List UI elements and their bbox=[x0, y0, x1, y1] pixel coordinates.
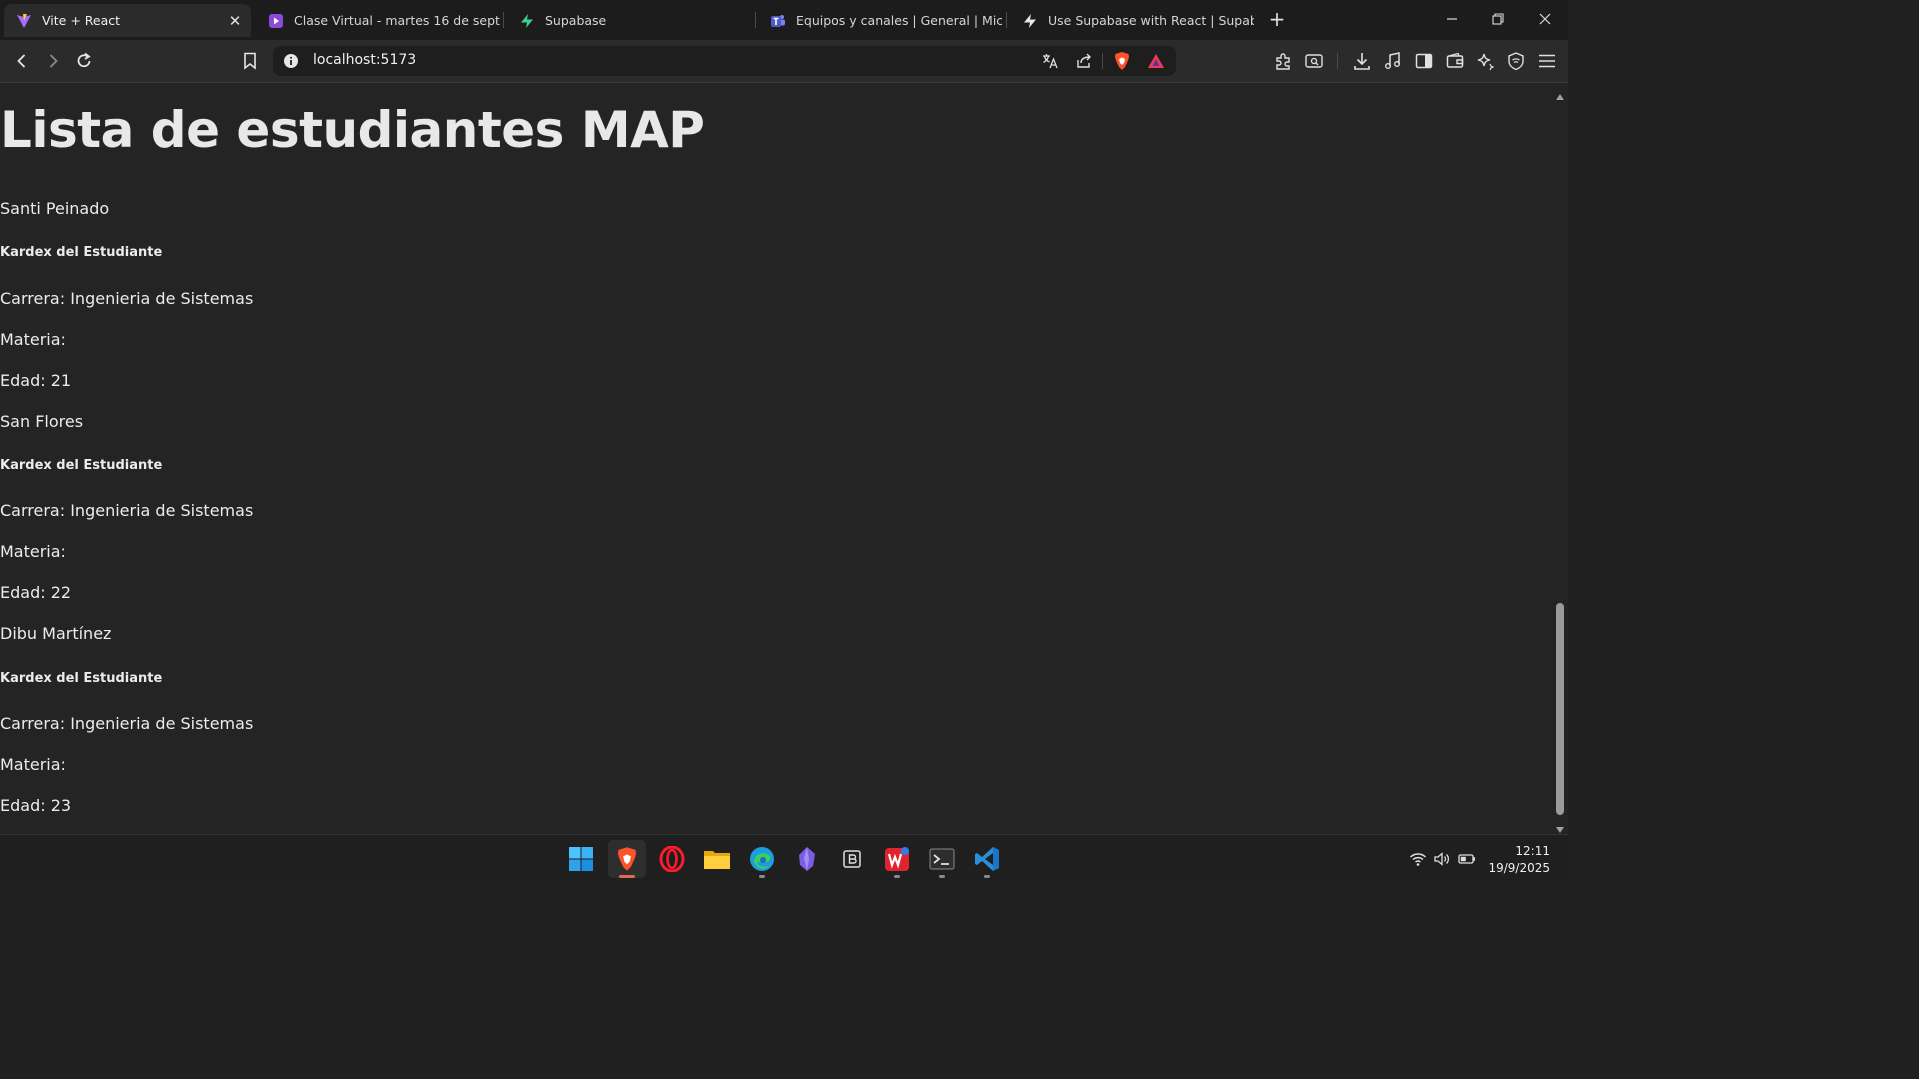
video-meeting-icon bbox=[268, 13, 284, 29]
battery-icon[interactable] bbox=[1458, 851, 1476, 867]
clock-time: 12:11 bbox=[1515, 844, 1550, 858]
address-bar[interactable]: localhost:5173 bbox=[273, 46, 1176, 76]
menu-icon[interactable] bbox=[1535, 49, 1559, 73]
start-icon[interactable] bbox=[566, 844, 596, 874]
student-carrera: Carrera: Ingenieria de Sistemas bbox=[0, 714, 254, 733]
tab-separator bbox=[503, 12, 504, 28]
tab-title: Use Supabase with React | Supabase bbox=[1048, 13, 1254, 28]
obsidian-icon[interactable] bbox=[792, 844, 822, 874]
student-materia: Materia: bbox=[0, 330, 66, 349]
system-clock[interactable]: 12:11 19/9/2025 bbox=[1480, 843, 1550, 877]
page-title: Lista de estudiantes MAP bbox=[0, 101, 705, 159]
leo-ai-icon[interactable] bbox=[1473, 49, 1497, 73]
sidebar-icon[interactable] bbox=[1412, 49, 1436, 73]
tab-strip: Vite + React ✕ Clase Virtual - martes 16… bbox=[0, 0, 1568, 40]
windows-taskbar: 12:11 19/9/2025 bbox=[0, 834, 1568, 883]
student-edad: Edad: 22 bbox=[0, 583, 72, 602]
vite-icon bbox=[16, 13, 32, 29]
music-icon[interactable] bbox=[1381, 49, 1405, 73]
tab-teams[interactable]: Equipos y canales | General | Microsoft bbox=[758, 4, 1002, 37]
wallet-icon[interactable] bbox=[1443, 49, 1467, 73]
app-icon[interactable] bbox=[837, 844, 867, 874]
translate-icon[interactable] bbox=[1039, 50, 1061, 72]
student-edad: Edad: 21 bbox=[0, 371, 72, 390]
student-name: San Flores bbox=[0, 412, 84, 431]
volume-icon[interactable] bbox=[1433, 851, 1451, 867]
browser-toolbar: localhost:5173 bbox=[0, 40, 1568, 83]
running-indicator bbox=[939, 875, 945, 878]
kardex-heading: Kardex del Estudiante bbox=[0, 458, 163, 473]
tab-title: Vite + React bbox=[42, 13, 121, 28]
edge-icon[interactable] bbox=[747, 844, 777, 874]
opera-icon[interactable] bbox=[657, 844, 687, 874]
clock-date: 19/9/2025 bbox=[1488, 861, 1550, 875]
tab-supabase[interactable]: Supabase bbox=[507, 4, 751, 37]
scroll-up-icon[interactable] bbox=[1555, 87, 1565, 100]
scroll-down-icon[interactable] bbox=[1555, 820, 1565, 833]
reload-icon[interactable] bbox=[72, 49, 96, 73]
tab-title: Clase Virtual - martes 16 de septiembre bbox=[294, 13, 500, 28]
close-tab-icon[interactable]: ✕ bbox=[225, 12, 245, 30]
supabase-icon bbox=[1022, 13, 1038, 29]
tab-clase-virtual[interactable]: Clase Virtual - martes 16 de septiembre bbox=[256, 4, 500, 37]
tab-vite-react[interactable]: Vite + React ✕ bbox=[4, 4, 251, 37]
student-materia: Materia: bbox=[0, 755, 66, 774]
active-app-indicator bbox=[619, 875, 635, 878]
minimize-icon[interactable] bbox=[1441, 8, 1463, 32]
wifi-icon[interactable] bbox=[1409, 851, 1427, 867]
tab-separator bbox=[755, 12, 756, 28]
terminal-icon[interactable] bbox=[927, 844, 957, 874]
bookmark-icon[interactable] bbox=[238, 49, 262, 73]
wps-office-icon[interactable] bbox=[882, 844, 912, 874]
divider bbox=[1102, 53, 1103, 69]
brave-shields-icon[interactable] bbox=[1111, 50, 1133, 72]
divider bbox=[1337, 53, 1338, 69]
student-name: Dibu Martínez bbox=[0, 624, 112, 643]
reader-mode-icon[interactable] bbox=[1302, 49, 1326, 73]
share-icon[interactable] bbox=[1073, 50, 1095, 72]
tab-title: Supabase bbox=[545, 13, 607, 28]
tab-separator bbox=[1006, 12, 1007, 28]
running-indicator bbox=[984, 875, 990, 878]
running-indicator bbox=[894, 875, 900, 878]
vpn-shield-icon[interactable] bbox=[1504, 49, 1528, 73]
close-window-icon[interactable] bbox=[1534, 8, 1556, 32]
teams-icon bbox=[770, 13, 786, 29]
student-carrera: Carrera: Ingenieria de Sistemas bbox=[0, 289, 254, 308]
student-materia: Materia: bbox=[0, 542, 66, 561]
brave-rewards-icon[interactable] bbox=[1145, 50, 1167, 72]
page-content: Lista de estudiantes MAP Santi Peinado K… bbox=[0, 83, 1552, 834]
supabase-icon bbox=[519, 13, 535, 29]
student-carrera: Carrera: Ingenieria de Sistemas bbox=[0, 501, 254, 520]
tab-supabase-react[interactable]: Use Supabase with React | Supabase bbox=[1010, 4, 1254, 37]
vscode-icon[interactable] bbox=[972, 844, 1002, 874]
kardex-heading: Kardex del Estudiante bbox=[0, 245, 163, 260]
back-icon[interactable] bbox=[10, 49, 34, 73]
page-scrollbar[interactable] bbox=[1552, 83, 1568, 834]
brave-icon[interactable] bbox=[608, 840, 646, 878]
scrollbar-thumb[interactable] bbox=[1556, 603, 1564, 815]
url-text[interactable]: localhost:5173 bbox=[313, 52, 416, 68]
running-indicator bbox=[759, 875, 765, 878]
file-explorer-icon[interactable] bbox=[702, 844, 732, 874]
restore-icon[interactable] bbox=[1487, 8, 1509, 32]
extensions-icon[interactable] bbox=[1271, 49, 1295, 73]
tab-title: Equipos y canales | General | Microsoft bbox=[796, 13, 1002, 28]
new-tab-button[interactable]: + bbox=[1266, 8, 1288, 32]
student-name: Santi Peinado bbox=[0, 199, 110, 218]
site-info-icon[interactable] bbox=[283, 53, 299, 69]
download-icon[interactable] bbox=[1350, 49, 1374, 73]
student-edad: Edad: 23 bbox=[0, 796, 72, 815]
forward-icon[interactable] bbox=[41, 49, 65, 73]
kardex-heading: Kardex del Estudiante bbox=[0, 671, 163, 686]
